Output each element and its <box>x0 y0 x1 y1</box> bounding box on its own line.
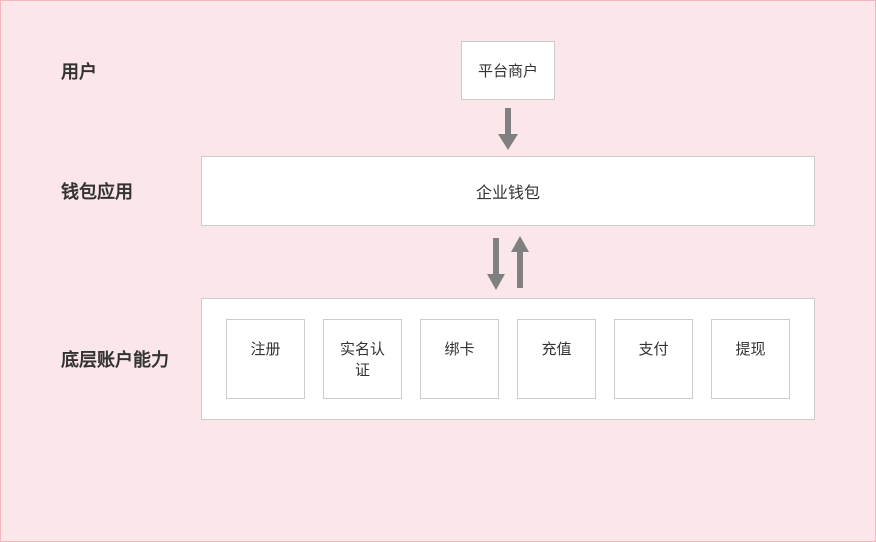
bidirectional-arrows <box>485 232 531 292</box>
box-realname: 实名认证 <box>323 319 402 399</box>
row-account-content: 注册 实名认证 绑卡 充值 支付 提现 <box>201 298 815 420</box>
arrow-up-icon <box>509 232 531 292</box>
label-account: 底层账户能力 <box>61 346 201 372</box>
row-user: 用户 平台商户 <box>61 41 815 100</box>
box-withdraw: 提现 <box>711 319 790 399</box>
label-user: 用户 <box>61 58 201 84</box>
row-wallet: 钱包应用 企业钱包 <box>61 156 815 226</box>
arrow-section-2 <box>201 226 815 298</box>
box-enterprise-wallet: 企业钱包 <box>201 156 815 226</box>
box-recharge: 充值 <box>517 319 596 399</box>
box-payment: 支付 <box>614 319 693 399</box>
row-wallet-content: 企业钱包 <box>201 156 815 226</box>
label-wallet: 钱包应用 <box>61 178 201 204</box>
arrow-section-1 <box>201 100 815 156</box>
arrow-down-icon <box>496 104 520 152</box>
box-register: 注册 <box>226 319 305 399</box>
diagram-container: 用户 平台商户 钱包应用 企业钱包 底层账户 <box>0 0 876 542</box>
box-platform-merchant: 平台商户 <box>461 41 555 100</box>
row-account: 底层账户能力 注册 实名认证 绑卡 充值 支付 提现 <box>61 298 815 420</box>
box-bindcard: 绑卡 <box>420 319 499 399</box>
box-account-container: 注册 实名认证 绑卡 充值 支付 提现 <box>201 298 815 420</box>
row-user-content: 平台商户 <box>201 41 815 100</box>
arrow-down-icon <box>485 232 507 292</box>
